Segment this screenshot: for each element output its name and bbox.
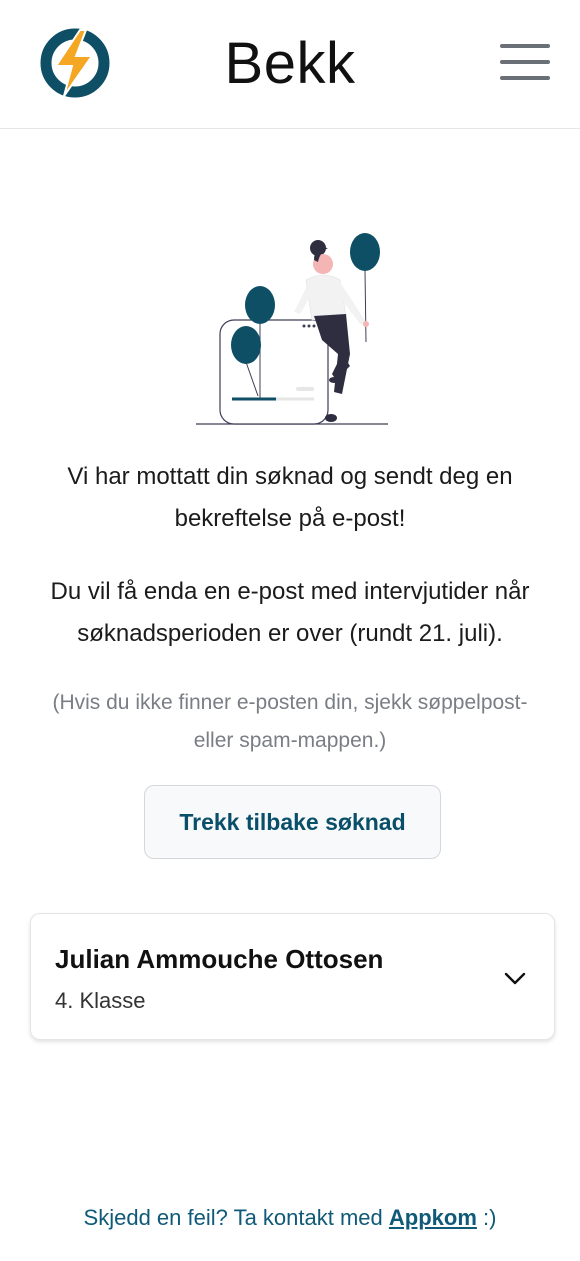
- withdraw-application-button[interactable]: Trekk tilbake søknad: [144, 785, 441, 859]
- appkom-link[interactable]: Appkom: [389, 1205, 477, 1230]
- chevron-down-icon[interactable]: [501, 964, 529, 992]
- applicant-class: 4. Klasse: [55, 988, 146, 1013]
- brand-title: Bekk: [224, 31, 356, 96]
- woman-with-balloons-illustration: [196, 233, 388, 425]
- hamburger-menu-icon[interactable]: [500, 44, 550, 84]
- confirmation-message: Vi har mottatt din søknad og sendt deg e…: [67, 463, 513, 532]
- spam-note: (Hvis du ikke finner e-posten din, sjekk…: [52, 691, 528, 752]
- interview-info-message: Du vil få enda en e-post med intervjutid…: [50, 578, 530, 647]
- footer: Skjedd en feil? Ta kontakt med Appkom :): [0, 1205, 580, 1231]
- footer-text: Skjedd en feil? Ta kontakt med: [83, 1205, 383, 1230]
- applicant-card[interactable]: Julian Ammouche Ottosen 4. Klasse: [30, 913, 555, 1040]
- applicant-name: Julian Ammouche Ottosen: [55, 944, 384, 974]
- footer-suffix: :): [483, 1205, 497, 1230]
- app-header: Bekk: [0, 0, 580, 129]
